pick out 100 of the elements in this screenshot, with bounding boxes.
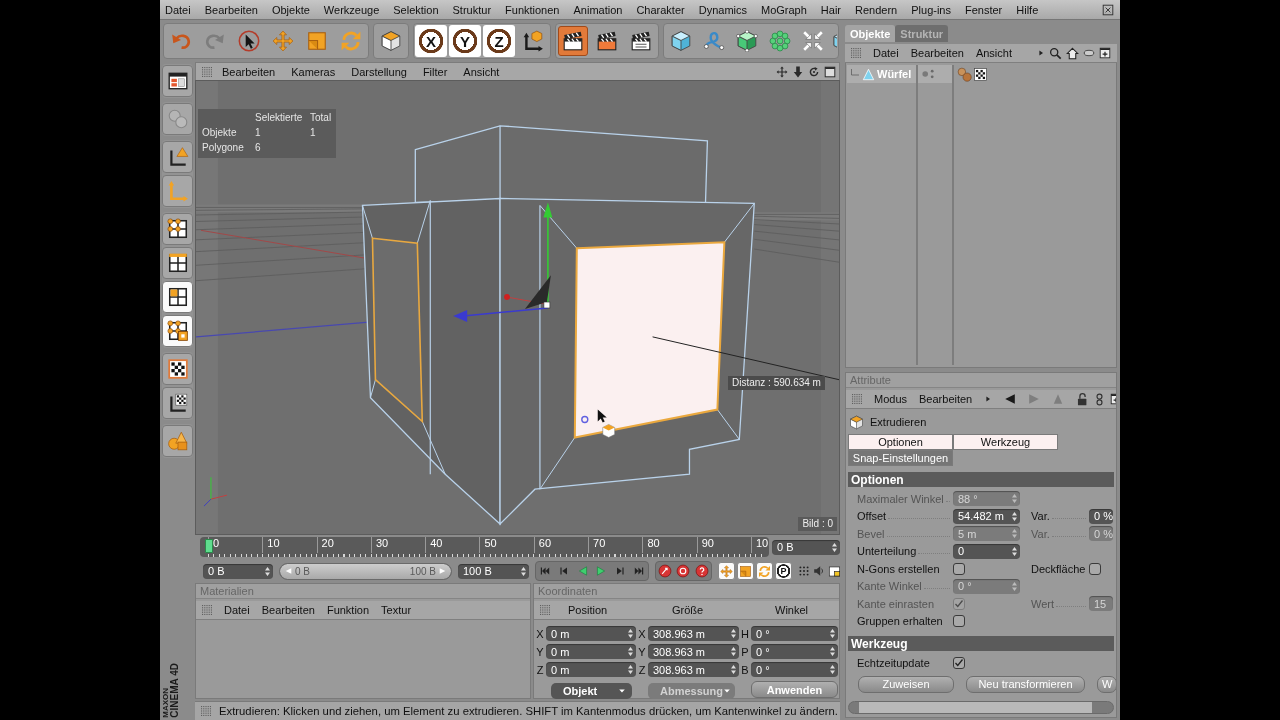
menu-item[interactable]: Struktur xyxy=(447,3,499,16)
horizontal-scrollbar[interactable] xyxy=(848,701,1114,714)
spinner-icon[interactable] xyxy=(731,647,736,656)
toolbar-button[interactable] xyxy=(558,26,588,56)
spline-icon[interactable] xyxy=(702,30,725,52)
mode-button[interactable] xyxy=(162,281,193,313)
mode-button[interactable] xyxy=(162,387,193,419)
menu-item[interactable]: Modus xyxy=(874,393,908,405)
grip-icon[interactable] xyxy=(852,394,862,404)
help-circle-icon[interactable] xyxy=(694,564,709,578)
menu-item[interactable]: Bearbeiten xyxy=(199,3,265,16)
menu-item[interactable]: Datei xyxy=(873,47,899,59)
grip-icon[interactable] xyxy=(851,48,861,58)
section-header[interactable]: Optionen xyxy=(848,472,1114,487)
number-field[interactable]: 0 ° xyxy=(751,644,838,659)
menu-item[interactable]: Objekte xyxy=(266,3,317,16)
mode-button[interactable] xyxy=(162,247,193,279)
grip-icon[interactable] xyxy=(540,605,550,615)
number-field[interactable]: 308.963 m xyxy=(648,644,739,659)
keyframe-button[interactable] xyxy=(756,562,773,580)
panel-icon[interactable] xyxy=(828,564,840,578)
menu-item[interactable]: Ansicht xyxy=(975,47,1012,59)
grip-icon[interactable] xyxy=(202,66,212,77)
checkbox[interactable] xyxy=(953,562,965,575)
inward-arrows-icon[interactable] xyxy=(801,30,824,52)
menu-item[interactable]: Bearbeiten xyxy=(910,47,964,59)
number-field[interactable]: 0 B xyxy=(772,539,840,555)
spinner-icon[interactable] xyxy=(1012,546,1017,556)
number-field[interactable]: 0 B xyxy=(203,563,273,579)
spinner-icon[interactable] xyxy=(628,665,633,674)
menu-item[interactable]: Funktion xyxy=(326,604,370,616)
autokey-icon[interactable] xyxy=(676,564,691,578)
section-header[interactable]: Werkzeug xyxy=(848,636,1114,651)
mode-button[interactable] xyxy=(162,353,193,385)
grip-icon[interactable] xyxy=(201,706,211,716)
menu-item[interactable]: Darstellung xyxy=(345,65,413,78)
number-field[interactable]: 100 B xyxy=(458,563,529,579)
mode-button[interactable] xyxy=(162,65,193,97)
cube-icon[interactable] xyxy=(669,30,692,52)
arrow-left-icon[interactable] xyxy=(1004,393,1017,405)
number-field[interactable]: 0 m xyxy=(546,626,636,641)
number-field[interactable]: 0 m xyxy=(546,644,636,659)
number-field[interactable]: 0 % xyxy=(1089,508,1113,524)
spinner-icon[interactable] xyxy=(830,647,835,656)
number-field[interactable]: 308.963 m xyxy=(648,626,739,641)
checkbox[interactable] xyxy=(953,615,965,628)
spinner-icon[interactable] xyxy=(521,566,526,576)
spinner-icon[interactable] xyxy=(731,665,736,674)
dots-icon[interactable] xyxy=(921,67,935,81)
skip-back-icon[interactable] xyxy=(539,565,552,577)
spinner-icon[interactable] xyxy=(1012,511,1017,521)
timeline-ruler[interactable]: 0 10 20 30 40 50 60 70 80 90 10 xyxy=(200,537,769,557)
menu-item[interactable]: Bearbeiten xyxy=(261,604,315,616)
arrow-down-icon[interactable] xyxy=(792,65,804,78)
step-back-icon[interactable] xyxy=(558,565,570,577)
keyframe-button[interactable] xyxy=(737,562,754,580)
dropdown[interactable]: Objekt xyxy=(551,683,632,699)
checker-tag-icon[interactable] xyxy=(974,67,987,81)
cube-icon[interactable] xyxy=(380,30,402,52)
menu-item[interactable]: Datei xyxy=(160,3,198,16)
menu-item[interactable]: MoGraph xyxy=(756,3,814,16)
clapperboard-icon[interactable] xyxy=(596,30,618,52)
menu-item[interactable]: Filter xyxy=(416,65,454,78)
menu-item[interactable]: Bearbeiten xyxy=(216,65,282,78)
spinner-icon[interactable] xyxy=(830,629,835,638)
mode-button[interactable] xyxy=(162,141,193,173)
menu-item[interactable]: Hair xyxy=(815,3,849,16)
spinner-icon[interactable] xyxy=(731,629,736,638)
rotate-icon[interactable] xyxy=(808,65,820,78)
skip-forward-icon[interactable] xyxy=(632,565,645,577)
clapperboard-icon[interactable] xyxy=(630,30,652,52)
range-slider[interactable]: 0 B 100 B xyxy=(279,562,452,580)
axes-cube-icon[interactable] xyxy=(522,30,544,52)
mode-button[interactable] xyxy=(162,213,193,245)
arrow-cursor-icon[interactable] xyxy=(238,30,260,52)
menu-item[interactable]: Rendern xyxy=(850,3,905,16)
speaker-icon[interactable] xyxy=(813,565,825,577)
menu-item[interactable]: Funktionen xyxy=(500,3,567,16)
menu-item[interactable]: Hilfe xyxy=(1011,3,1046,16)
menu-item[interactable]: Selektion xyxy=(388,3,446,16)
cube-handles-icon[interactable] xyxy=(735,30,758,52)
move-icon[interactable] xyxy=(776,65,788,78)
playhead[interactable] xyxy=(205,539,213,553)
menu-item[interactable]: Kameras xyxy=(285,65,342,78)
home-icon[interactable] xyxy=(1066,46,1079,60)
checkbox[interactable] xyxy=(1089,562,1101,575)
ellipse-icon[interactable] xyxy=(1083,47,1095,59)
tab[interactable]: Werkzeug xyxy=(953,434,1058,450)
menu-item[interactable]: Datei xyxy=(224,604,250,616)
menu-item[interactable]: Dynamics xyxy=(693,3,754,16)
number-field[interactable]: 0 ° xyxy=(751,626,838,641)
menu-item[interactable]: Ansicht xyxy=(457,65,506,78)
number-field[interactable]: 0 xyxy=(953,543,1020,559)
menu-item[interactable]: Bearbeiten xyxy=(919,393,973,405)
search-icon[interactable] xyxy=(1049,46,1062,60)
grip-icon[interactable] xyxy=(202,605,212,615)
axis-lock-button[interactable]: Y xyxy=(449,25,481,57)
spinner-icon[interactable] xyxy=(628,647,633,656)
window-icon[interactable] xyxy=(1102,3,1114,16)
axis-lock-button[interactable]: Z xyxy=(483,25,515,57)
